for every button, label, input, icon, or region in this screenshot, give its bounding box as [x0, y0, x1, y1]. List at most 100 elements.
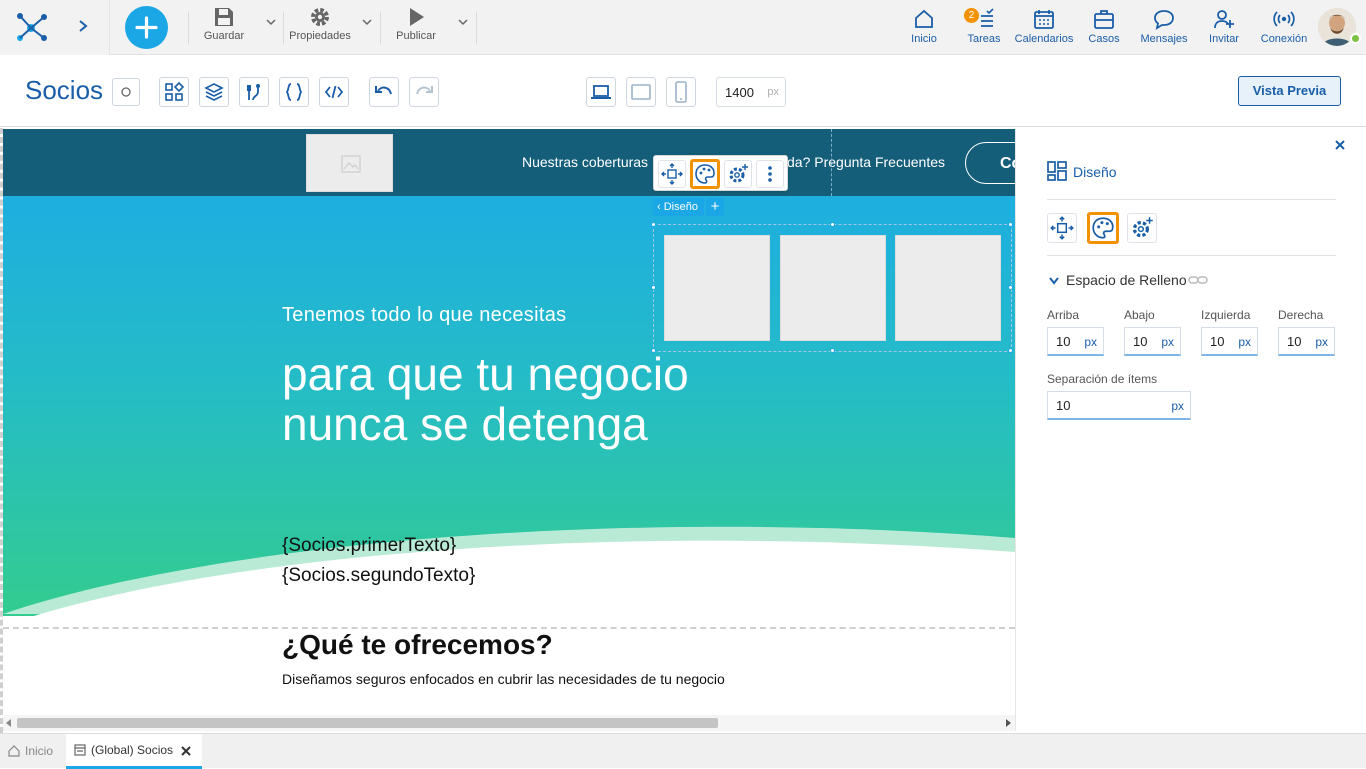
padding-section-title[interactable]: Espacio de Relleno: [1066, 272, 1187, 288]
save-caret-icon[interactable]: [265, 16, 277, 28]
padding-left-input[interactable]: 10 px: [1201, 327, 1258, 356]
padding-right-input[interactable]: 10 px: [1278, 327, 1335, 356]
resize-handle[interactable]: [830, 348, 835, 353]
gear-sparkle-icon: [1132, 217, 1153, 238]
horizontal-scrollbar[interactable]: [3, 715, 1015, 731]
layers-button[interactable]: [199, 77, 229, 107]
page-status-button[interactable]: [112, 78, 140, 106]
properties-button[interactable]: Propiedades: [288, 6, 352, 50]
nav-conexion[interactable]: Conexión: [1252, 8, 1316, 48]
tab-inicio[interactable]: Inicio: [8, 734, 53, 768]
layers-icon: [204, 83, 224, 101]
code-button[interactable]: [319, 77, 349, 107]
more-options-button[interactable]: [756, 160, 784, 188]
mobile-view-button[interactable]: [666, 77, 696, 107]
code-icon: [324, 85, 344, 99]
tab-label: Inicio: [25, 744, 54, 758]
link-icon[interactable]: [1188, 274, 1208, 286]
editor-toolbar: Socios 1400 px Vista Previa: [0, 55, 1366, 127]
scroll-left-icon[interactable]: [5, 719, 13, 727]
nav-calendarios[interactable]: Calendarios: [1012, 8, 1076, 48]
image-placeholder-3[interactable]: [895, 235, 1001, 341]
padding-top-input[interactable]: 10 px: [1047, 327, 1104, 356]
selected-image-container[interactable]: [651, 222, 1013, 353]
panel-settings-tab[interactable]: [1127, 213, 1157, 243]
tablet-view-button[interactable]: [626, 77, 656, 107]
gear-sparkle-icon: [729, 164, 748, 183]
section-subtitle: Diseñamos seguros enfocados en cubrir la…: [282, 671, 725, 687]
field-label-bottom: Abajo: [1124, 308, 1155, 322]
publish-label: Publicar: [396, 30, 436, 42]
braces-button[interactable]: [279, 77, 309, 107]
publish-button[interactable]: Publicar: [390, 6, 442, 50]
breadcrumb-label: Diseño: [663, 201, 698, 213]
field-value: 10: [1210, 334, 1225, 349]
image-placeholder-icon: [341, 155, 361, 173]
header-link-coverages[interactable]: Nuestras coberturas: [522, 154, 648, 170]
settings-button[interactable]: [724, 160, 752, 188]
expand-chevron-icon[interactable]: [77, 19, 89, 33]
panel-move-tab[interactable]: [1047, 213, 1077, 243]
image-placeholder-2[interactable]: [780, 235, 886, 341]
padding-bottom-input[interactable]: 10 px: [1124, 327, 1181, 356]
bound-text-1: {Socios.primerTexto}: [282, 535, 457, 556]
chat-icon: [1154, 10, 1174, 30]
resize-handle[interactable]: [651, 222, 656, 227]
nav-inicio[interactable]: Inicio: [892, 8, 956, 48]
element-breadcrumb[interactable]: ‹ Diseño: [653, 198, 704, 216]
header-link-faq[interactable]: da? Pregunta Frecuentes: [787, 154, 945, 170]
tasks-badge: 2: [964, 8, 979, 23]
field-unit: px: [1171, 399, 1184, 413]
save-button[interactable]: Guardar: [198, 6, 250, 50]
kebab-menu-icon: [768, 166, 772, 182]
add-element-button[interactable]: +: [706, 198, 724, 216]
field-unit: px: [1084, 335, 1097, 349]
resize-handle[interactable]: [1008, 348, 1013, 353]
nav-tareas[interactable]: Tareas 2: [952, 8, 1016, 48]
design-panel: Diseño Espacio de Relleno Arriba 10 px A…: [1015, 129, 1366, 731]
undo-button[interactable]: [369, 77, 399, 107]
properties-caret-icon[interactable]: [361, 16, 373, 28]
resize-handle[interactable]: [651, 348, 656, 353]
resize-handle[interactable]: [830, 222, 835, 227]
desktop-view-button[interactable]: [586, 77, 616, 107]
resize-handle[interactable]: [651, 285, 656, 290]
flow-button[interactable]: [239, 77, 269, 107]
field-value: 10: [1133, 334, 1148, 349]
nav-label: Conexión: [1260, 33, 1308, 45]
nav-invitar[interactable]: Invitar: [1192, 8, 1256, 48]
redo-button[interactable]: [409, 77, 439, 107]
canvas-width-input[interactable]: 1400 px: [716, 77, 786, 107]
close-icon[interactable]: [1334, 139, 1346, 151]
field-unit: px: [1161, 335, 1174, 349]
move-icon: [1050, 216, 1074, 240]
scroll-right-icon[interactable]: [1004, 719, 1012, 727]
nav-casos[interactable]: Casos: [1072, 8, 1136, 48]
close-tab-icon[interactable]: [181, 746, 191, 756]
tab-label: (Global) Socios: [91, 743, 174, 757]
new-button[interactable]: [125, 6, 168, 49]
components-button[interactable]: [159, 77, 189, 107]
gap-label: Separación de ítems: [1047, 372, 1158, 386]
tab-global-socios[interactable]: (Global) Socios: [66, 734, 202, 769]
logo-placeholder[interactable]: [306, 134, 393, 192]
chevron-down-icon[interactable]: [1048, 275, 1060, 287]
design-button-active[interactable]: [690, 159, 720, 189]
header-cta-label: Co: [1000, 155, 1015, 172]
app-logo-icon[interactable]: [14, 10, 50, 42]
item-gap-input[interactable]: 10 px: [1047, 391, 1191, 420]
publish-caret-icon[interactable]: [457, 16, 469, 28]
field-label-right: Derecha: [1278, 308, 1324, 322]
field-unit: px: [1238, 335, 1251, 349]
header-cta-button[interactable]: Co: [965, 142, 1015, 184]
move-button[interactable]: [658, 160, 686, 188]
preview-button[interactable]: Vista Previa: [1238, 76, 1341, 106]
resize-handle[interactable]: [1008, 285, 1013, 290]
scrollbar-thumb[interactable]: [17, 718, 718, 728]
image-placeholder-1[interactable]: [664, 235, 770, 341]
calendar-icon: [1034, 10, 1054, 29]
panel-design-tab-active[interactable]: [1087, 212, 1119, 244]
nav-mensajes[interactable]: Mensajes: [1132, 8, 1196, 48]
resize-handle[interactable]: [1008, 222, 1013, 227]
undo-icon: [375, 86, 392, 95]
